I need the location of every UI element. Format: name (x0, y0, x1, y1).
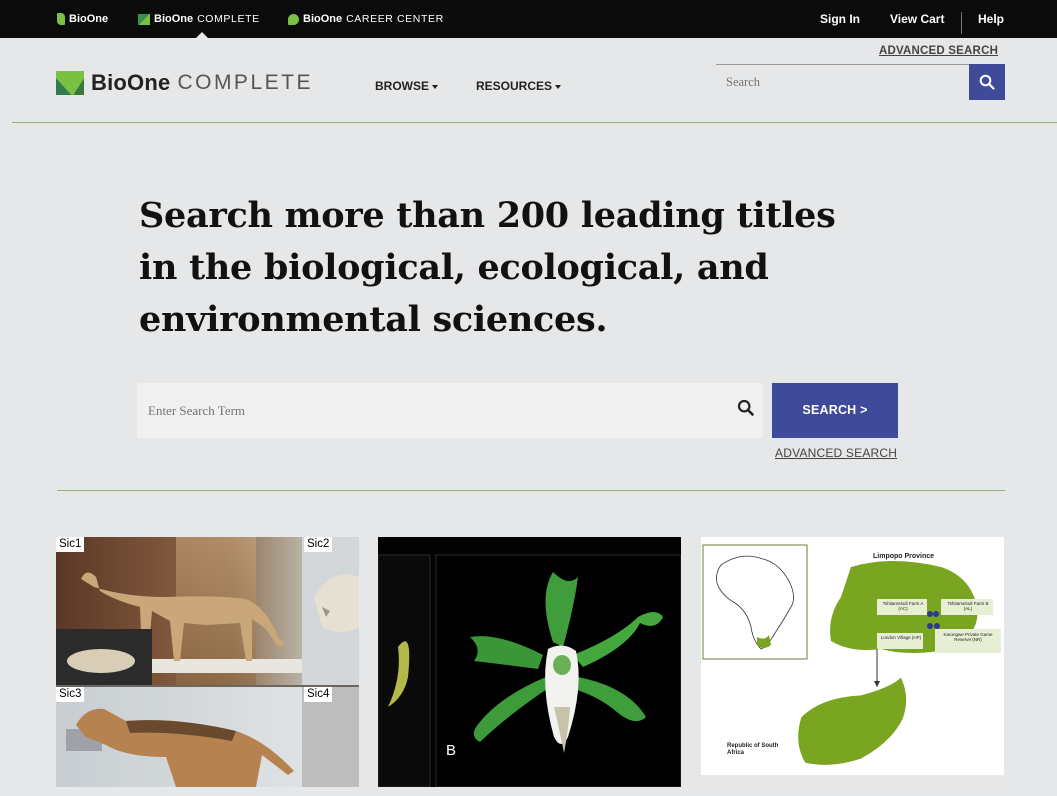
map-place-label: Tshitamelodi Farm A (AC) (882, 601, 924, 611)
featured-image-card-jackal[interactable]: Sic1 Sic2 Sic3 Sic4 (56, 537, 359, 787)
map-place-label: Karongwe Private Game Reserve (NR) (943, 632, 993, 642)
map-place-label: Tshitamelodi Farm B (AL) (947, 601, 989, 611)
header-search-button[interactable] (969, 64, 1005, 100)
logo-text: BioOne (91, 70, 171, 95)
map-country-label: Republic of South Africa (727, 743, 779, 756)
header-divider (12, 122, 1057, 123)
panel-label: Sic4 (304, 687, 333, 702)
top-bar: BioOne BioOne COMPLETE BioOne CAREER CEN… (0, 0, 1057, 38)
career-center-icon (288, 13, 299, 25)
nav-browse-label: BROWSE (375, 79, 429, 93)
caret-down-icon (555, 84, 562, 89)
help-link[interactable]: Help (978, 0, 1004, 38)
header-search-input[interactable] (716, 65, 970, 99)
header-search-box (716, 64, 970, 101)
header-advanced-search-link[interactable]: ADVANCED SEARCH (879, 45, 998, 57)
site-link-sublabel: CAREER CENTER (346, 13, 444, 25)
map-region-label: Limpopo Province (873, 553, 935, 560)
panel-label: Sic3 (56, 687, 85, 702)
skull-photo-sic2: Sic2 (302, 537, 359, 685)
nav-resources[interactable]: RESOURCES (476, 79, 562, 93)
orchid-photo (378, 537, 681, 787)
site-link-bioone-complete[interactable]: BioOne COMPLETE (138, 0, 260, 38)
search-icon (979, 74, 995, 90)
nav-browse[interactable]: BROWSE (375, 79, 438, 93)
nav-resources-label: RESOURCES (476, 79, 553, 93)
bioone-complete-logo[interactable]: BioOne COMPLETE (56, 67, 313, 99)
logo-mark-icon (56, 71, 84, 95)
top-divider (961, 12, 962, 34)
site-link-label: BioOne (154, 13, 194, 25)
map-place-label: London Village (HP) (880, 635, 922, 640)
sign-in-link[interactable]: Sign In (820, 0, 860, 38)
site-link-label: BioOne (303, 13, 343, 25)
panel-label: Sic1 (56, 537, 85, 552)
hero-search-button[interactable]: SEARCH > (772, 383, 898, 438)
hero-search-input[interactable] (137, 383, 727, 438)
site-link-sublabel: COMPLETE (197, 13, 260, 25)
panel-label: Sic2 (304, 537, 333, 552)
site-link-career-center[interactable]: BioOne CAREER CENTER (288, 0, 444, 38)
caret-down-icon (432, 84, 438, 89)
jackal-photo-sic3: Sic3 (56, 687, 302, 787)
hero-title: Search more than 200 leading titles in t… (139, 195, 836, 340)
logo-subtext: COMPLETE (177, 71, 313, 94)
bioone-leaf-icon (57, 13, 65, 25)
hero-search-box (137, 383, 763, 438)
featured-image-card-orchid[interactable]: B (378, 537, 681, 787)
view-cart-link[interactable]: View Cart (890, 0, 944, 38)
panel-label: B (446, 742, 457, 759)
hero-divider (57, 490, 1005, 491)
hero-advanced-search-link[interactable]: ADVANCED SEARCH (775, 446, 897, 460)
jackal-photo-sic1: Sic1 (56, 537, 302, 685)
bioone-complete-icon (138, 13, 150, 25)
site-link-label: BioOne (69, 13, 109, 25)
search-icon[interactable] (737, 399, 755, 417)
specimen-photo-sic4: Sic4 (302, 687, 359, 787)
site-link-bioone[interactable]: BioOne (57, 0, 108, 38)
featured-image-card-map[interactable]: Limpopo Province Tshitamelodi Farm A (AC… (701, 537, 1004, 787)
